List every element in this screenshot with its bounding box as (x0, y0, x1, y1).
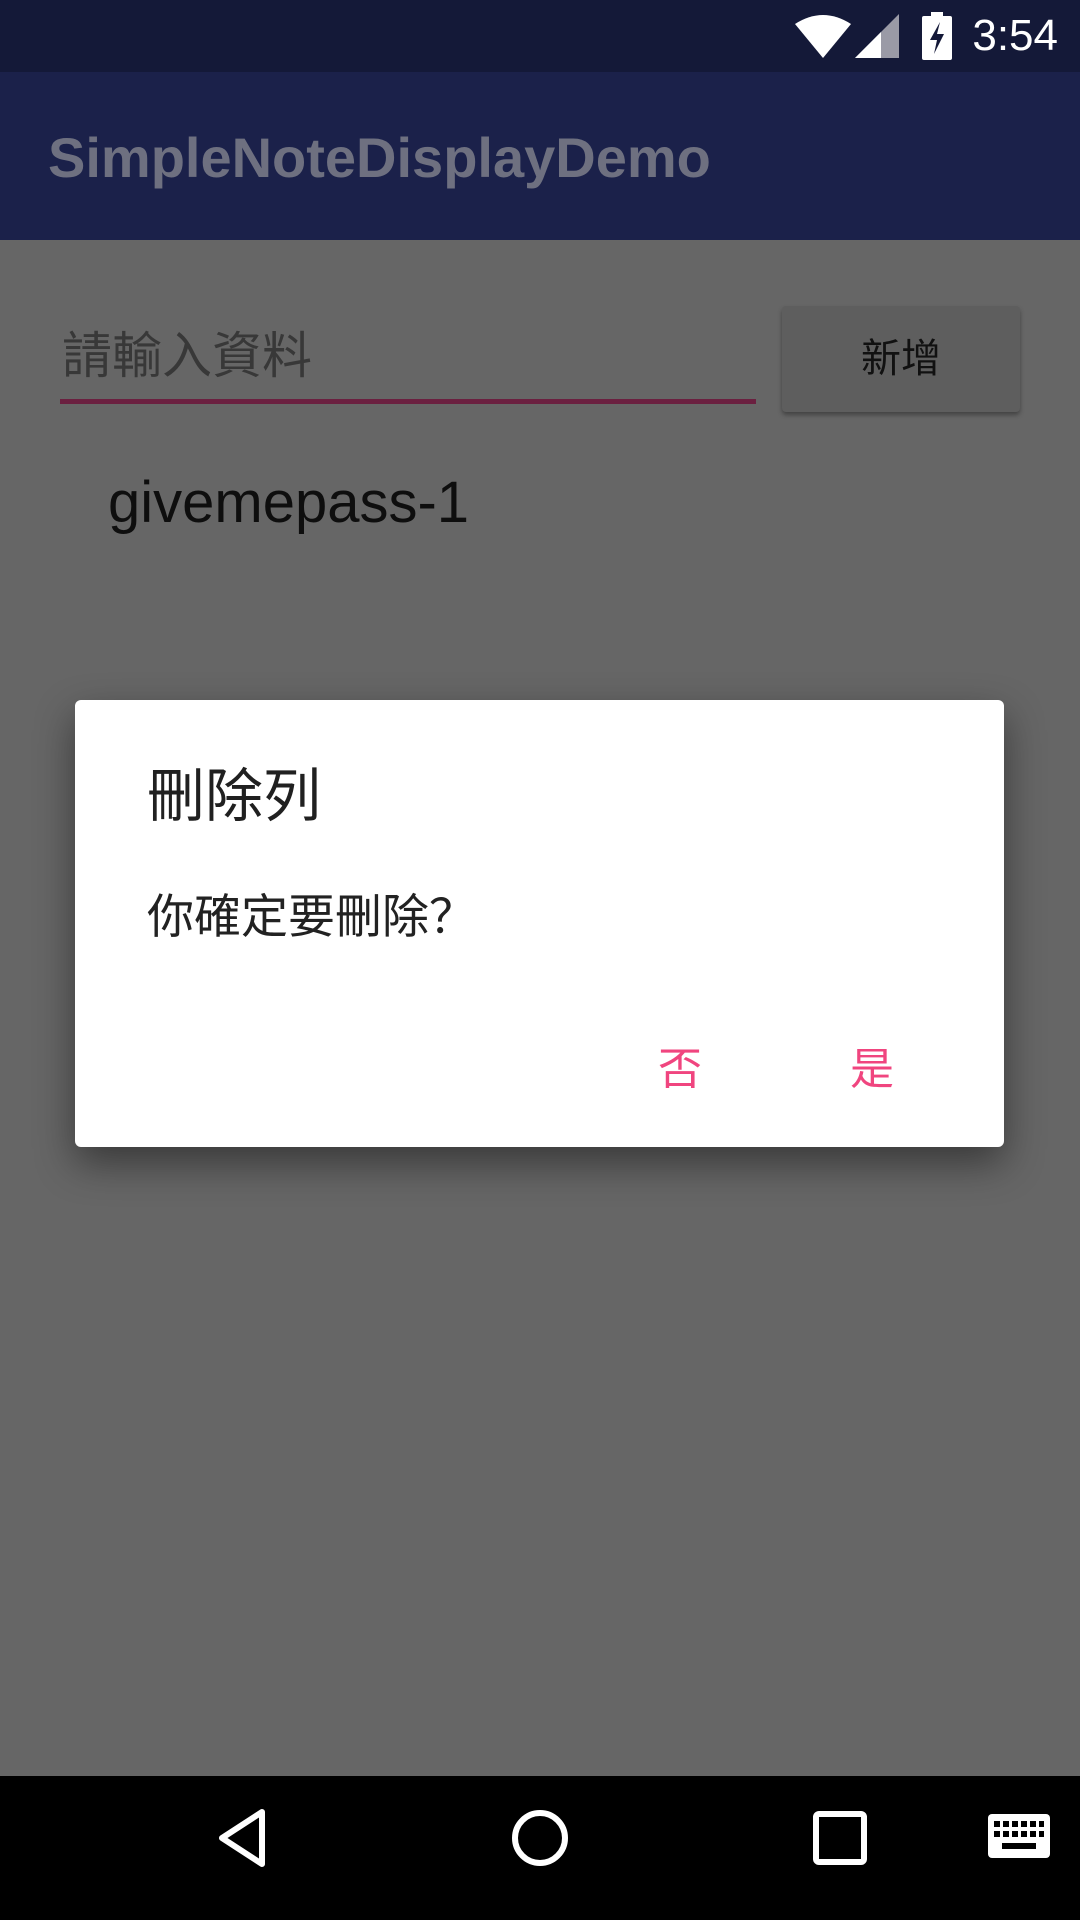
note-input-placeholder: 請輸入資料 (62, 327, 312, 385)
wifi-icon (795, 15, 851, 58)
back-icon[interactable] (212, 1806, 272, 1870)
dialog-title: 刪除列 (147, 762, 322, 830)
dialog-message: 你確定要刪除？ (147, 890, 476, 945)
add-button[interactable]: 新增 (782, 306, 1020, 412)
cell-signal-icon (855, 14, 899, 58)
delete-row-dialog: 刪除列 你確定要刪除？ 否 是 (75, 700, 1004, 1147)
status-bar: 3:54 (0, 0, 1080, 72)
recents-icon[interactable] (812, 1810, 868, 1866)
note-input[interactable]: 請輸入資料 (60, 318, 756, 404)
dialog-yes-button[interactable]: 是 (797, 1030, 947, 1110)
list-item[interactable]: givemepass-1 (108, 468, 469, 538)
dialog-no-button[interactable]: 否 (605, 1030, 755, 1110)
keyboard-icon[interactable] (988, 1814, 1050, 1858)
navigation-bar (0, 1776, 1080, 1920)
status-time: 3:54 (972, 11, 1058, 60)
app-bar: SimpleNoteDisplayDemo (0, 72, 1080, 240)
home-icon[interactable] (508, 1806, 572, 1870)
app-title: SimpleNoteDisplayDemo (48, 126, 711, 189)
battery-charging-icon (922, 12, 952, 60)
